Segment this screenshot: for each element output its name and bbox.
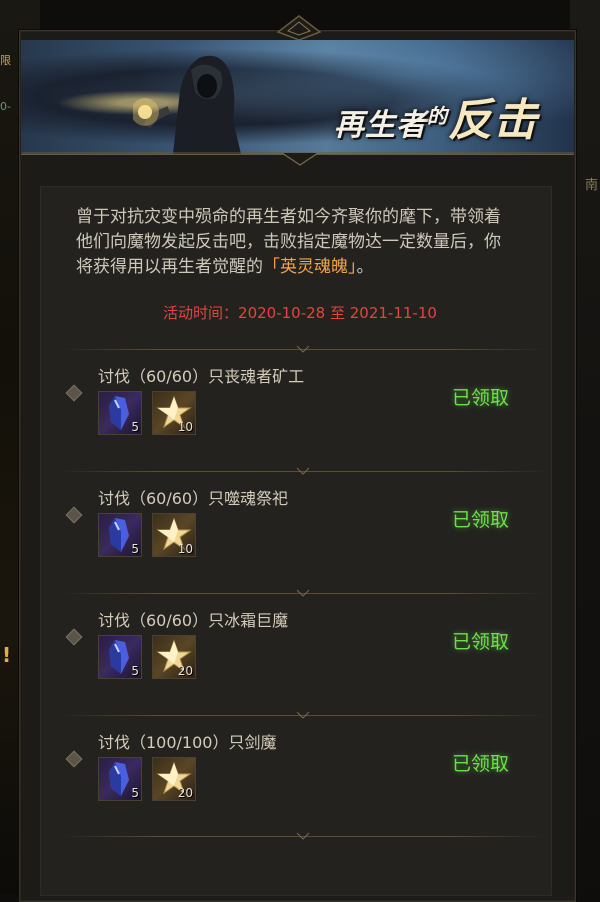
background-label: 限 (0, 54, 11, 67)
divider-ornament-icon (296, 345, 310, 353)
reward-item[interactable]: 20 (152, 757, 196, 801)
claimed-status-button[interactable]: 已领取 (452, 383, 509, 410)
reward-count: 20 (177, 786, 193, 800)
task-row: 讨伐（60/60）只丧魂者矿工 5 10 已领取 (60, 345, 547, 469)
diamond-bullet-icon (65, 384, 83, 402)
description-highlight: 「英灵魂魄」 (263, 257, 357, 277)
diamond-bullet-icon (65, 628, 83, 646)
claimed-status-button[interactable]: 已领取 (452, 505, 509, 532)
task-row (60, 832, 547, 894)
reward-count: 5 (131, 786, 139, 800)
task-name: 讨伐（60/60）只丧魂者矿工 (98, 367, 305, 386)
event-description: 曾于对抗灾变中殒命的再生者如今齐聚你的麾下，带领着他们向魔物发起反击吧，击败指定… (76, 205, 516, 280)
task-row: 讨伐（60/60）只冰霜巨魔 5 20 已领取 (60, 589, 547, 713)
reward-count: 5 (131, 420, 139, 434)
divider-ornament-icon (296, 711, 310, 719)
reward-item[interactable]: 5 (98, 635, 142, 679)
task-name: 讨伐（100/100）只剑魔 (98, 733, 277, 752)
reward-item[interactable]: 5 (98, 391, 142, 435)
background-label: 南 (584, 178, 598, 193)
reward-item[interactable]: 20 (152, 635, 196, 679)
reward-item[interactable]: 10 (152, 391, 196, 435)
reward-item[interactable]: 10 (152, 513, 196, 557)
banner-title-part: 再生者 (334, 108, 427, 143)
reward-count: 10 (177, 420, 193, 434)
banner-title: 再生者的反击 (334, 84, 538, 148)
task-name: 讨伐（60/60）只噬魂祭祀 (98, 489, 289, 508)
reward-count: 20 (177, 664, 193, 678)
description-text-end: 。 (356, 257, 374, 277)
background-label: 0- (0, 100, 11, 113)
divider-ornament-icon (22, 152, 574, 166)
reward-count: 5 (131, 542, 139, 556)
diamond-bullet-icon (65, 506, 83, 524)
task-row: 讨伐（100/100）只剑魔 5 20 已领取 (60, 711, 547, 835)
claimed-status-button[interactable]: 已领取 (452, 627, 509, 654)
claimed-status-button[interactable]: 已领取 (452, 749, 509, 776)
banner-title-part: 的 (427, 104, 448, 128)
reward-count: 10 (177, 542, 193, 556)
reward-count: 5 (131, 664, 139, 678)
warning-icon: ! (2, 643, 12, 667)
diamond-bullet-icon (65, 750, 83, 768)
task-name: 讨伐（60/60）只冰霜巨魔 (98, 611, 289, 630)
hooded-hero-illustration (133, 55, 241, 154)
reward-item[interactable]: 5 (98, 757, 142, 801)
event-banner: 再生者的反击 (21, 40, 574, 155)
task-row: 讨伐（60/60）只噬魂祭祀 5 10 已领取 (60, 467, 547, 591)
top-ornament-icon (276, 15, 322, 41)
banner-title-part: 反击 (448, 95, 538, 146)
divider-ornament-icon (296, 589, 310, 597)
reward-item[interactable]: 5 (98, 513, 142, 557)
divider-ornament-icon (296, 832, 310, 840)
divider-ornament-icon (296, 467, 310, 475)
event-period: 活动时间：2020-10-28 至 2021-11-10 (163, 304, 437, 322)
